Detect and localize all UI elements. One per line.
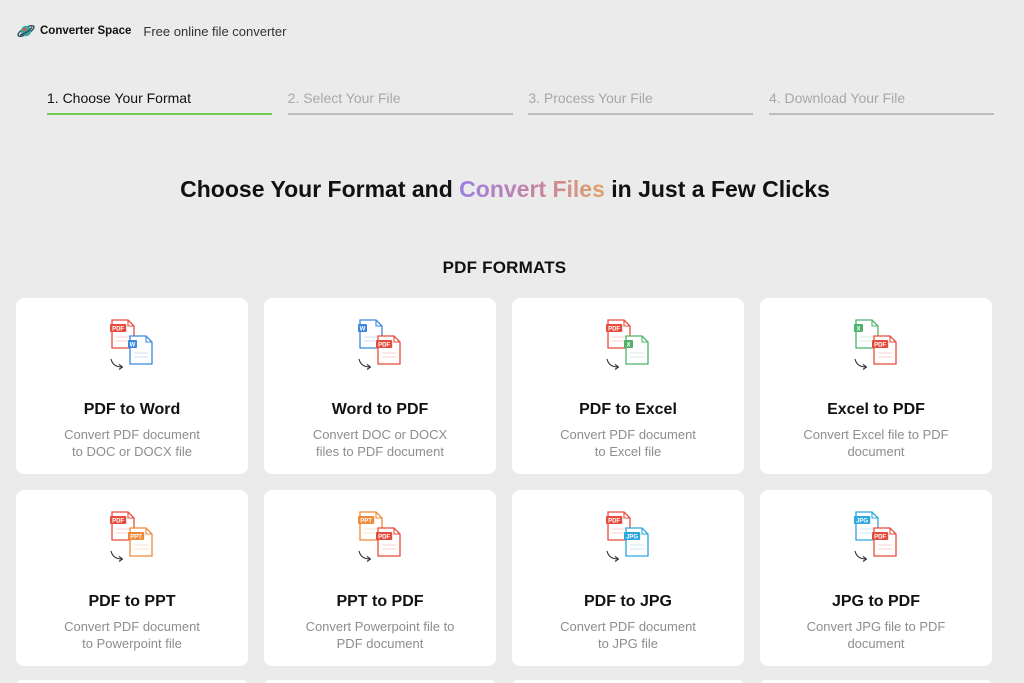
step-label: 4. Download Your File [768,90,906,106]
card-word-to-pdf[interactable]: W PDF Word to PDF Convert DOC or DOCX fil… [264,298,496,474]
svg-text:PDF: PDF [112,518,124,524]
card-ppt-to-pdf[interactable]: PPT PDF PPT to PDF Convert Powerpoint fil… [264,490,496,666]
convert-arrow-icon [854,358,868,370]
card-title: PPT to PDF [336,593,424,610]
convert-arrow-icon [606,550,620,562]
title-text-end: in Just a Few Clicks [604,176,830,202]
step-label: 2. Select Your File [287,90,401,106]
brand-name[interactable]: Converter Space [40,25,131,37]
pdf-to-jpg-icon: PDF JPG [606,511,649,562]
card-pdf-to-excel[interactable]: PDF X PDF to Excel Convert PDF document t… [512,298,744,474]
pdf-to-ppt-icon: PDF PPT [110,511,153,562]
step-progress-bar [528,113,754,115]
step-progress-bar [47,113,272,115]
svg-text:PPT: PPT [360,518,372,524]
card-pdf-to-ppt[interactable]: PDF PPT PDF to PPT Convert PDF document t… [16,490,248,666]
convert-arrow-icon [854,550,868,562]
card-title: PDF to Word [83,401,181,418]
page-title: Choose Your Format and Convert Files in … [0,176,1010,203]
target-file-icon: X [624,335,649,365]
title-text-start: Choose Your Format and [180,176,460,202]
card-jpg-to-pdf[interactable]: JPG PDF JPG to PDF Convert JPG file to PD… [760,490,992,666]
target-file-icon: PPT [128,527,153,557]
step-process-file: 3. Process Your File [528,86,754,115]
card-title: PDF to Excel [579,401,677,418]
target-file-icon: PDF [376,527,401,557]
target-file-icon: PDF [872,527,897,557]
card-pdf-to-jpg[interactable]: PDF JPG PDF to JPG Convert PDF document t… [512,490,744,666]
convert-arrow-icon [110,550,124,562]
target-file-icon: W [128,335,153,365]
excel-to-pdf-icon: X PDF [854,319,897,370]
step-progress-bar [768,113,994,115]
svg-text:W: W [360,326,366,332]
step-select-file: 2. Select Your File [287,86,513,115]
svg-text:JPG: JPG [626,534,638,540]
card-title: Excel to PDF [827,401,925,418]
target-file-icon: PDF [872,335,897,365]
target-file-icon: PDF [376,335,401,365]
step-progress-bar [287,113,513,115]
svg-text:PDF: PDF [874,342,886,348]
target-file-icon: JPG [624,527,649,557]
step-label: 1. Choose Your Format [47,90,191,106]
card-pdf-to-word[interactable]: PDF W PDF to Word Convert PDF document to… [16,298,248,474]
card-description: Convert Powerpoint file to PDF document [305,619,455,651]
svg-text:W: W [130,342,136,348]
card-description: Convert DOC or DOCX files to PDF documen… [312,427,448,459]
ppt-to-pdf-icon: PPT PDF [358,511,401,562]
site-tagline: Free online file converter [143,23,287,39]
jpg-to-pdf-icon: JPG PDF [854,511,897,562]
site-header: Converter Space Free online file convert… [16,21,286,41]
svg-text:PDF: PDF [112,326,124,332]
card-title: JPG to PDF [831,593,920,610]
card-description: Convert PDF document to Powerpoint file [64,619,200,651]
step-choose-format: 1. Choose Your Format [47,86,272,115]
convert-arrow-icon [358,550,372,562]
format-grid: PDF W PDF to Word Convert PDF document to… [16,298,992,666]
section-title-pdf-formats: PDF FORMATS [442,258,567,277]
convert-arrow-icon [606,358,620,370]
svg-text:X: X [856,326,860,332]
progress-steps: 1. Choose Your Format 2. Select Your Fil… [47,86,994,115]
pdf-to-word-icon: PDF W [110,319,153,370]
card-excel-to-pdf[interactable]: X PDF Excel to PDF Convert Excel file to … [760,298,992,474]
card-description: Convert JPG file to PDF document [806,619,946,651]
card-title: Word to PDF [331,401,429,418]
svg-text:JPG: JPG [856,518,868,524]
card-description: Convert PDF document to JPG file [560,619,696,651]
svg-text:X: X [626,342,630,348]
planet-logo-icon[interactable] [16,21,36,41]
card-description: Convert Excel file to PDF document [803,427,949,459]
svg-text:PDF: PDF [608,326,620,332]
step-label: 3. Process Your File [528,90,653,106]
convert-arrow-icon [110,358,124,370]
card-description: Convert PDF document to DOC or DOCX file [64,427,200,459]
card-description: Convert PDF document to Excel file [560,427,696,459]
svg-text:PDF: PDF [874,534,886,540]
convert-arrow-icon [358,358,372,370]
svg-text:PDF: PDF [378,534,390,540]
step-download-file: 4. Download Your File [768,86,994,115]
svg-text:PDF: PDF [378,342,390,348]
svg-text:PDF: PDF [608,518,620,524]
card-title: PDF to PPT [88,593,176,610]
card-title: PDF to JPG [583,593,672,610]
svg-text:PPT: PPT [130,534,142,540]
word-to-pdf-icon: W PDF [358,319,401,370]
title-highlight: Convert Files [459,176,605,202]
pdf-to-excel-icon: PDF X [606,319,649,370]
